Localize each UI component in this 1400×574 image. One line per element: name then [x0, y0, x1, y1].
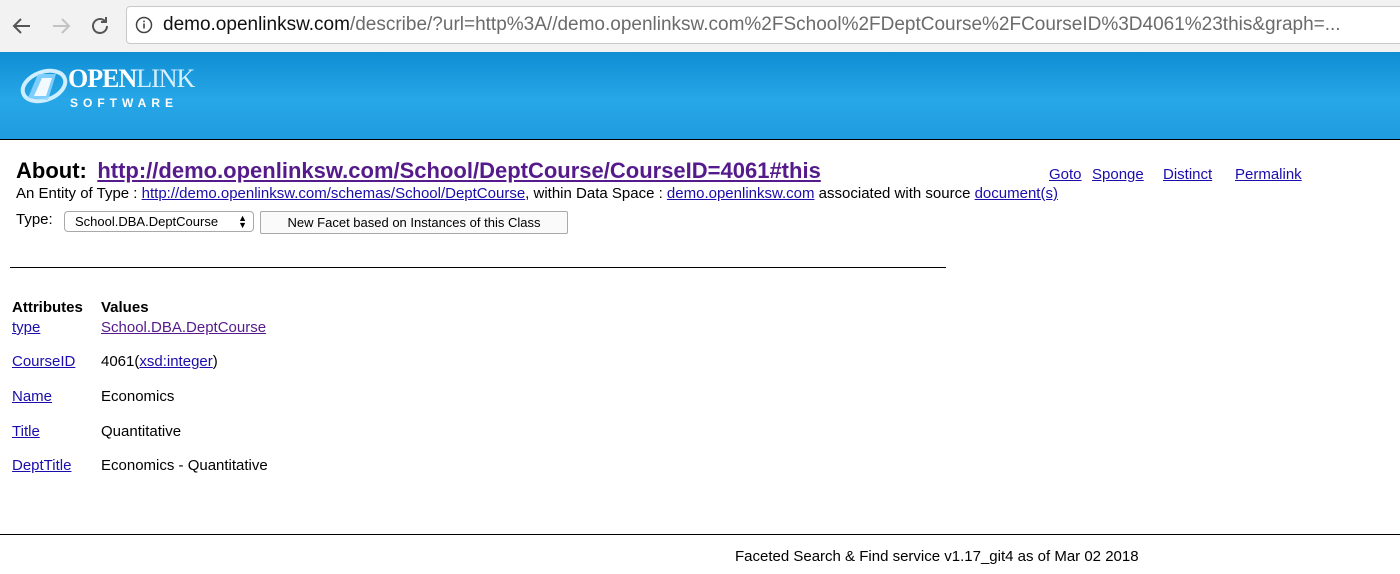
logo-wordmark: OPENLINK: [68, 64, 195, 94]
type-select[interactable]: School.DBA.DeptCourse ▲ ▼: [64, 211, 254, 232]
divider: [10, 267, 946, 268]
logo-open: OPEN: [68, 64, 137, 93]
goto-link[interactable]: Goto: [1049, 166, 1082, 183]
attr-value-link[interactable]: School.DBA.DeptCourse: [101, 319, 266, 336]
distinct-link-wrap: Distinct: [1163, 166, 1212, 183]
about-label: About:: [16, 158, 87, 183]
sponge-link-wrap: Sponge: [1092, 166, 1144, 183]
xsd-integer-link[interactable]: xsd:integer: [139, 353, 212, 370]
data-space-link[interactable]: demo.openlinksw.com: [667, 185, 815, 202]
attr-value: Quantitative: [101, 423, 182, 440]
goto-link-wrap: Goto: [1049, 166, 1082, 183]
attr-key-link[interactable]: Title: [12, 423, 40, 440]
attributes-header: Attributes: [12, 299, 83, 316]
about-heading: About: http://demo.openlinksw.com/School…: [16, 158, 821, 184]
attr-value: Economics - Quantitative: [101, 457, 268, 474]
attr-key-link[interactable]: Name: [12, 388, 52, 405]
type-row: Type: School.DBA.DeptCourse ▲ ▼ New Facet…: [16, 211, 568, 234]
entity-type-link[interactable]: http://demo.openlinksw.com/schemas/Schoo…: [142, 185, 526, 202]
permalink-link-wrap: Permalink: [1235, 166, 1302, 183]
reload-icon[interactable]: [88, 14, 112, 38]
new-facet-button[interactable]: New Facet based on Instances of this Cla…: [260, 211, 568, 234]
url-path: /describe/?url=http%3A//demo.openlinksw.…: [349, 14, 1341, 35]
footer-text: Faceted Search & Find service v1.17_git4…: [735, 548, 1139, 565]
logo-subtitle: SOFTWARE: [70, 96, 178, 110]
forward-arrow-icon[interactable]: [49, 14, 73, 38]
type-label: Type:: [16, 211, 53, 228]
back-arrow-icon[interactable]: [10, 14, 34, 38]
source-documents-link[interactable]: document(s): [975, 185, 1058, 202]
attr-key-link[interactable]: CourseID: [12, 353, 75, 370]
paren-close: ): [212, 353, 218, 370]
info-icon[interactable]: [135, 16, 153, 34]
entity-type-line: An Entity of Type : http://demo.openlink…: [16, 185, 1058, 202]
entity-prefix: An Entity of Type :: [16, 185, 138, 202]
address-bar[interactable]: demo.openlinksw.com/describe/?url=http%3…: [126, 6, 1400, 44]
type-select-value: School.DBA.DeptCourse: [75, 214, 219, 229]
footer-divider: [0, 534, 1400, 535]
values-header: Values: [101, 299, 149, 316]
url-host: demo.openlinksw.com: [163, 14, 350, 35]
attr-value: 4061(xsd:integer): [101, 353, 218, 370]
entity-uri-link[interactable]: http://demo.openlinksw.com/School/DeptCo…: [97, 158, 821, 183]
attr-value-text: 4061: [101, 353, 135, 370]
attr-key-link[interactable]: type: [12, 319, 40, 336]
permalink-link[interactable]: Permalink: [1235, 166, 1302, 183]
distinct-link[interactable]: Distinct: [1163, 166, 1212, 183]
address-url[interactable]: demo.openlinksw.com/describe/?url=http%3…: [163, 7, 1341, 43]
sponge-link[interactable]: Sponge: [1092, 166, 1144, 183]
attr-value: Economics: [101, 388, 175, 405]
entity-assoc: associated with source: [818, 185, 971, 202]
logo-link: LINK: [136, 64, 195, 93]
entity-within: , within Data Space :: [525, 185, 663, 202]
attr-key-link[interactable]: DeptTitle: [12, 457, 71, 474]
browser-toolbar: demo.openlinksw.com/describe/?url=http%3…: [0, 0, 1400, 53]
select-arrows-icon: ▲ ▼: [238, 213, 247, 230]
